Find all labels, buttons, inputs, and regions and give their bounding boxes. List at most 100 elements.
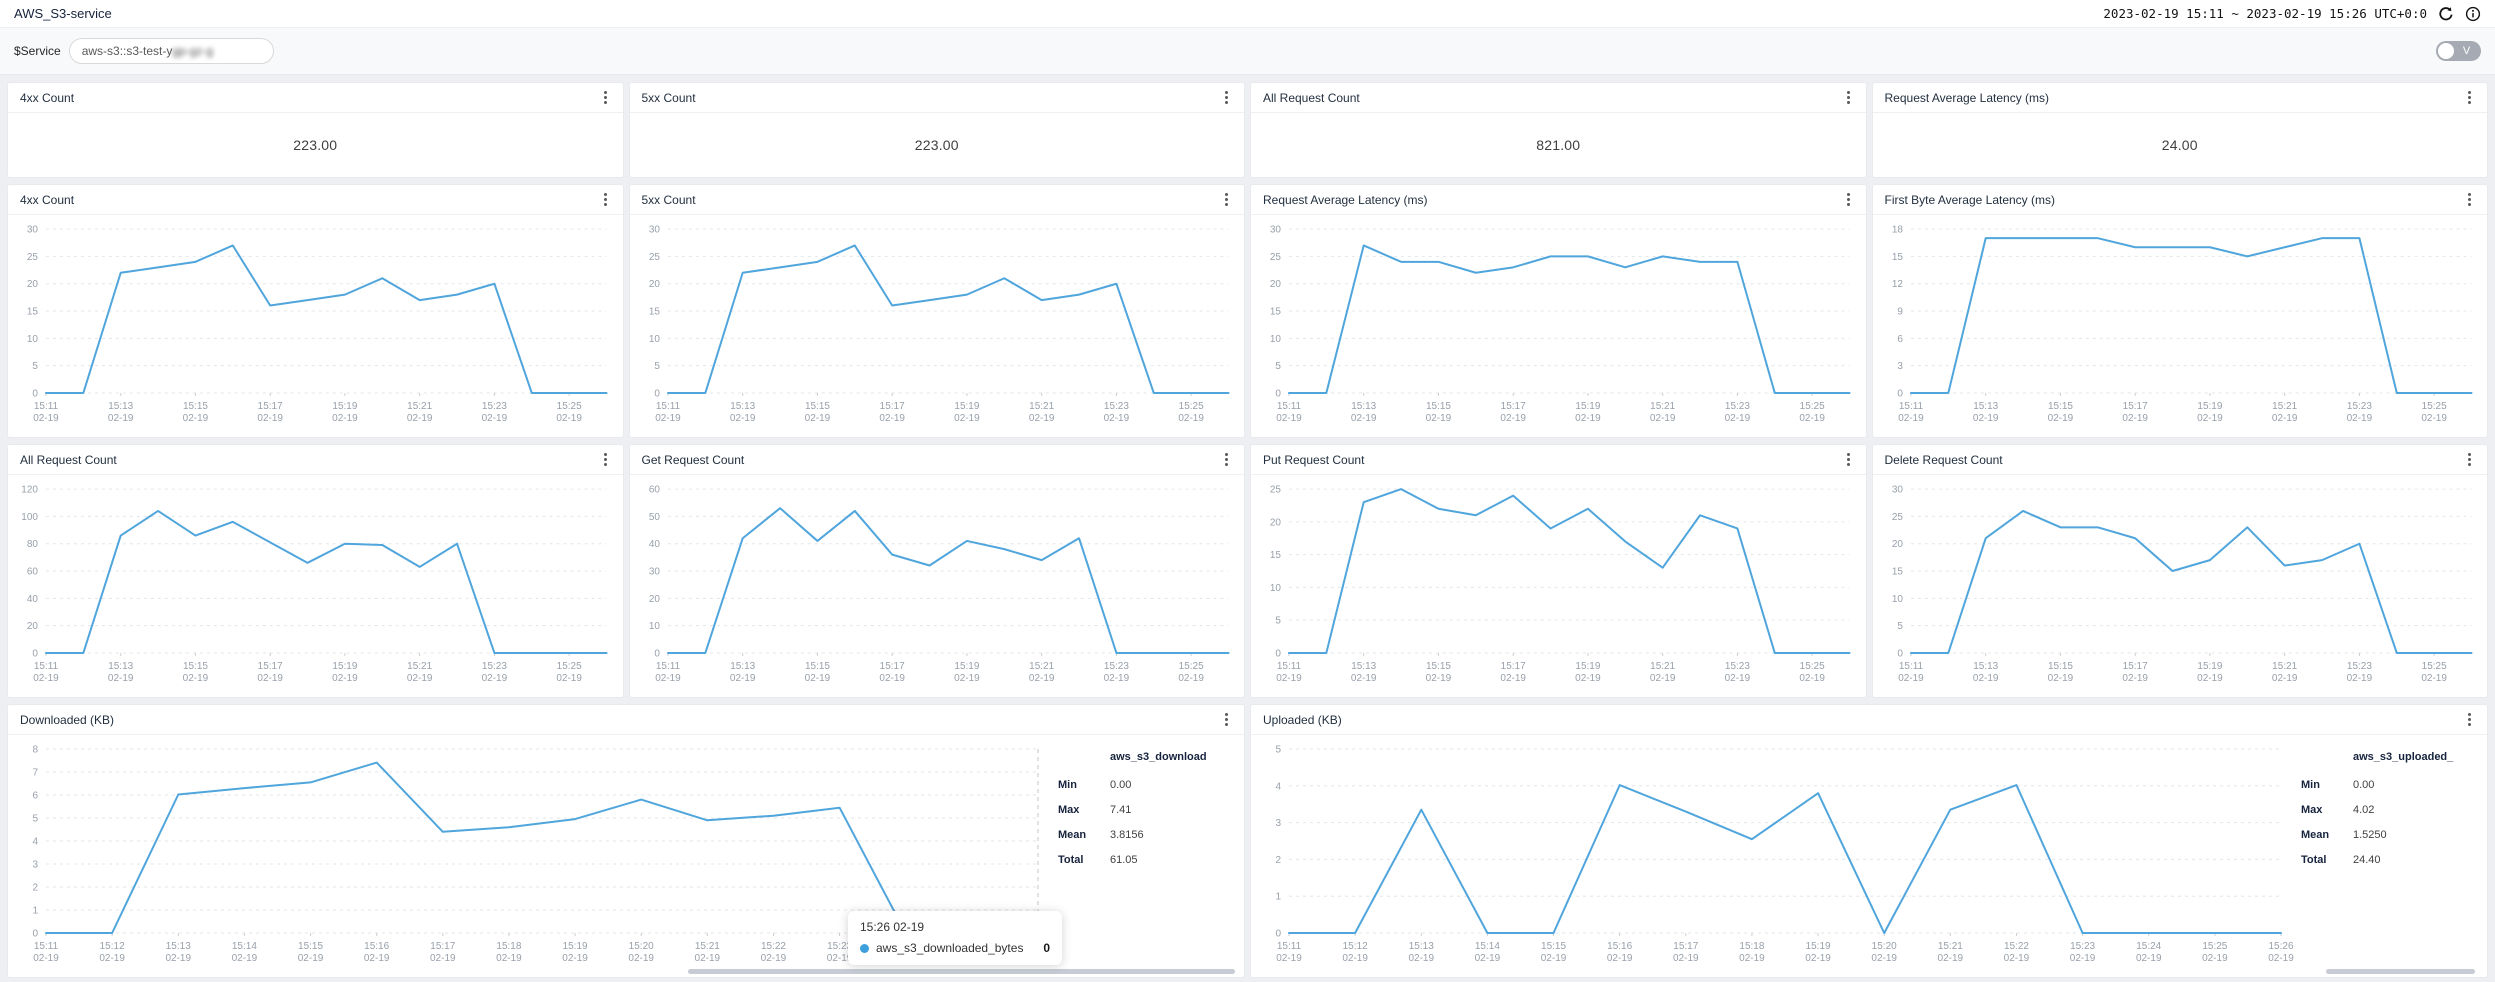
svg-text:15:2102-19: 15:2102-19 [695, 941, 721, 964]
kebab-menu-icon[interactable] [600, 190, 611, 209]
legend-stat-value: 0.00 [1110, 779, 1131, 791]
panel-title: Put Request Count [1263, 453, 1364, 467]
svg-text:1: 1 [1275, 892, 1281, 903]
svg-text:15:1102-19: 15:1102-19 [1276, 941, 1302, 964]
legend-stat-label: Total [2301, 854, 2353, 866]
line-chart[interactable]: 02040608010012015:1102-1915:1302-1915:15… [8, 475, 623, 697]
svg-text:15:1302-19: 15:1302-19 [729, 401, 755, 424]
svg-text:100: 100 [21, 512, 38, 523]
svg-text:15:1902-19: 15:1902-19 [954, 401, 980, 424]
line-chart[interactable]: 01234567815:1102-1915:1202-1915:1302-191… [8, 735, 1054, 977]
line-chart[interactable]: 05101520253015:1102-1915:1302-1915:1502-… [1873, 475, 2488, 697]
panel-request-average-latency-ms: Request Average Latency (ms)24.00 [1873, 83, 2488, 177]
chart-row-3: Downloaded (KB)01234567815:1102-1915:120… [8, 705, 2487, 977]
panel-get-request-count: Get Request Count010203040506015:1102-19… [630, 445, 1245, 697]
svg-text:15:2002-19: 15:2002-19 [628, 941, 654, 964]
svg-text:15:2302-19: 15:2302-19 [482, 401, 508, 424]
panel-title: Delete Request Count [1885, 453, 2003, 467]
line-chart[interactable]: 01234515:1102-1915:1202-1915:1302-1915:1… [1251, 735, 2297, 977]
svg-text:15:2502-19: 15:2502-19 [2421, 401, 2447, 424]
series-dot-icon [860, 944, 869, 953]
svg-text:25: 25 [1270, 485, 1282, 496]
svg-text:30: 30 [27, 225, 39, 236]
tooltip-value: 0 [1043, 941, 1050, 955]
svg-text:15:1502-19: 15:1502-19 [2047, 401, 2073, 424]
svg-text:15: 15 [1270, 550, 1282, 561]
svg-text:15:1302-19: 15:1302-19 [165, 941, 191, 964]
kebab-menu-icon[interactable] [600, 450, 611, 469]
kebab-menu-icon[interactable] [1843, 450, 1854, 469]
svg-text:15:1502-19: 15:1502-19 [1426, 401, 1452, 424]
kebab-menu-icon[interactable] [1221, 190, 1232, 209]
svg-text:15:1102-19: 15:1102-19 [1276, 401, 1302, 424]
svg-text:5: 5 [1275, 361, 1281, 372]
kebab-menu-icon[interactable] [1221, 88, 1232, 107]
line-chart[interactable]: 05101520253015:1102-1915:1302-1915:1502-… [1251, 215, 1866, 437]
h-scrollbar-thumb[interactable] [2326, 969, 2474, 974]
svg-text:15:1302-19: 15:1302-19 [1972, 661, 1998, 684]
line-chart[interactable]: 051015202515:1102-1915:1302-1915:1502-19… [1251, 475, 1866, 697]
kebab-menu-icon[interactable] [1843, 190, 1854, 209]
svg-text:15:1502-19: 15:1502-19 [1426, 661, 1452, 684]
svg-text:15:1102-19: 15:1102-19 [655, 661, 681, 684]
legend-stat-value: 4.02 [2353, 804, 2374, 816]
line-chart[interactable]: 05101520253015:1102-1915:1302-1915:1502-… [630, 215, 1245, 437]
svg-text:80: 80 [27, 539, 39, 550]
svg-text:12: 12 [1891, 279, 1903, 290]
legend-series-name: aws_s3_uploaded_ [2301, 751, 2479, 763]
line-chart[interactable]: 05101520253015:1102-1915:1302-1915:1502-… [8, 215, 623, 437]
svg-text:15:1302-19: 15:1302-19 [729, 661, 755, 684]
svg-text:5: 5 [1897, 621, 1903, 632]
svg-text:15:2102-19: 15:2102-19 [1028, 661, 1054, 684]
line-chart[interactable]: 036912151815:1102-1915:1302-1915:1502-19… [1873, 215, 2488, 437]
svg-text:15:1102-19: 15:1102-19 [33, 661, 59, 684]
panel-header: Get Request Count [630, 445, 1245, 475]
svg-text:15:2502-19: 15:2502-19 [2421, 661, 2447, 684]
svg-text:15:2002-19: 15:2002-19 [1871, 941, 1897, 964]
service-input[interactable]: aws-s3::s3-test-ygp-gz-g [69, 38, 274, 64]
svg-text:15:1102-19: 15:1102-19 [33, 401, 59, 424]
kebab-menu-icon[interactable] [2464, 88, 2475, 107]
legend-stat-value: 0.00 [2353, 779, 2374, 791]
panel-4xx-count: 4xx Count223.00 [8, 83, 623, 177]
svg-text:0: 0 [32, 648, 38, 659]
chart-tooltip: 15:26 02-19aws_s3_downloaded_bytes0 [848, 911, 1062, 965]
svg-text:15:2202-19: 15:2202-19 [2004, 941, 2030, 964]
top-bar: AWS_S3-service 2023-02-19 15:11 ~ 2023-0… [0, 0, 2495, 28]
kebab-menu-icon[interactable] [1221, 450, 1232, 469]
h-scrollbar-thumb[interactable] [688, 969, 1236, 974]
svg-text:10: 10 [648, 334, 660, 345]
svg-text:15:1902-19: 15:1902-19 [1805, 941, 1831, 964]
svg-text:15:1502-19: 15:1502-19 [2047, 661, 2073, 684]
svg-text:20: 20 [1270, 279, 1282, 290]
info-icon[interactable] [2464, 5, 2481, 22]
kebab-menu-icon[interactable] [600, 88, 611, 107]
svg-text:15:2502-19: 15:2502-19 [2202, 941, 2228, 964]
panel-request-average-latency-ms: Request Average Latency (ms)051015202530… [1251, 185, 1866, 437]
svg-text:15:2302-19: 15:2302-19 [1103, 401, 1129, 424]
kebab-menu-icon[interactable] [2464, 190, 2475, 209]
svg-text:0: 0 [1275, 929, 1281, 940]
refresh-icon[interactable] [2437, 5, 2454, 22]
svg-text:15:1502-19: 15:1502-19 [183, 401, 209, 424]
svg-text:15:1102-19: 15:1102-19 [1898, 661, 1924, 684]
kebab-menu-icon[interactable] [1221, 710, 1232, 729]
svg-text:15:1702-19: 15:1702-19 [1500, 401, 1526, 424]
time-range-picker[interactable]: 2023-02-19 15:11 ~ 2023-02-19 15:26 UTC+… [2103, 6, 2427, 21]
kebab-menu-icon[interactable] [1843, 88, 1854, 107]
svg-text:15:1102-19: 15:1102-19 [1898, 401, 1924, 424]
view-toggle[interactable]: V [2436, 41, 2481, 61]
toggle-label: V [2454, 43, 2479, 59]
svg-text:15:2502-19: 15:2502-19 [1799, 661, 1825, 684]
topbar-actions: 2023-02-19 15:11 ~ 2023-02-19 15:26 UTC+… [2103, 5, 2481, 22]
kebab-menu-icon[interactable] [2464, 710, 2475, 729]
tooltip-series-name: aws_s3_downloaded_bytes [876, 941, 1023, 955]
svg-text:30: 30 [648, 225, 660, 236]
panel-5xx-count: 5xx Count05101520253015:1102-1915:1302-1… [630, 185, 1245, 437]
panel-downloaded-kb: Downloaded (KB)01234567815:1102-1915:120… [8, 705, 1244, 977]
line-chart[interactable]: 010203040506015:1102-1915:1302-1915:1502… [630, 475, 1245, 697]
svg-text:15: 15 [1891, 567, 1903, 578]
svg-text:15:1902-19: 15:1902-19 [954, 661, 980, 684]
kebab-menu-icon[interactable] [2464, 450, 2475, 469]
svg-text:3: 3 [1897, 361, 1903, 372]
